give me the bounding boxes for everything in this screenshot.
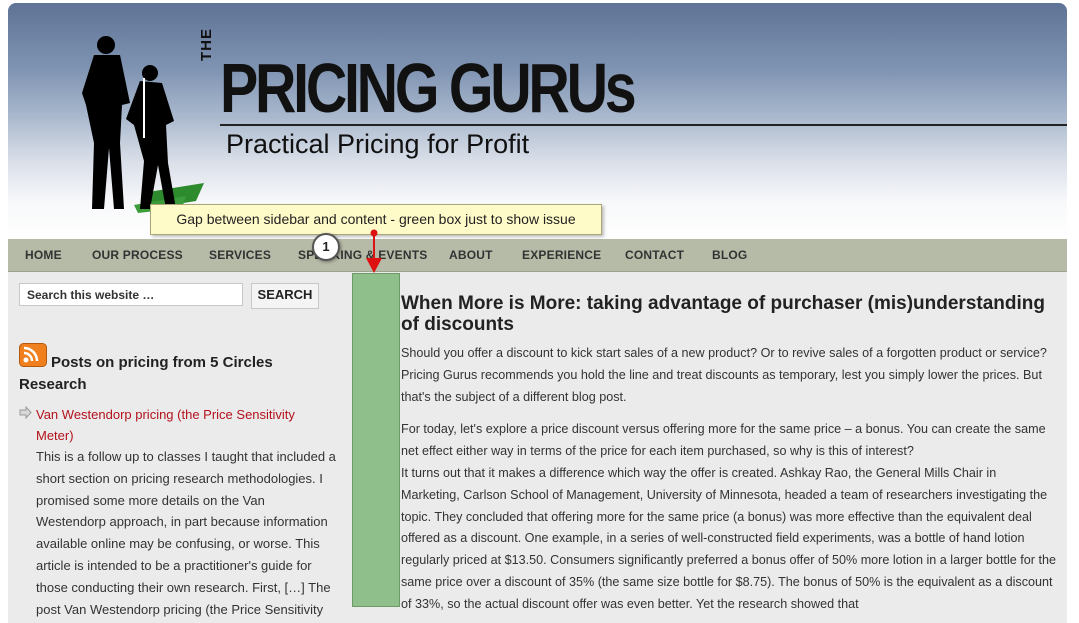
step-number-badge: 1: [312, 233, 340, 261]
annotation-connector-arrow: [366, 229, 382, 273]
